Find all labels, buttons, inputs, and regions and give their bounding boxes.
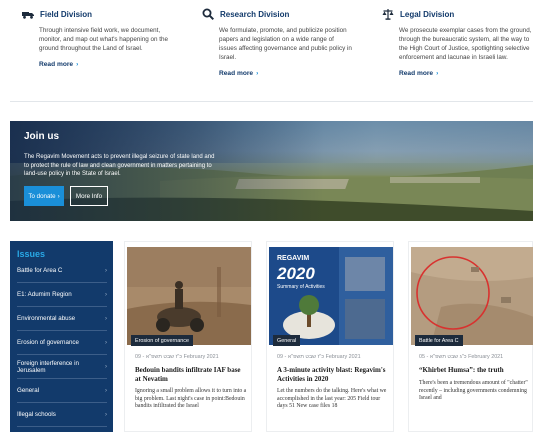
article-title[interactable]: Bedouin bandits infiltrate IAF base at N… [135, 366, 247, 383]
article-excerpt: Ignoring a small problem allows it to tu… [135, 388, 247, 409]
chevron-right-icon: › [105, 387, 107, 394]
article-title[interactable]: A 3-minute activity blast: Regavim's Act… [277, 366, 389, 383]
division-description: We prosecute exemplar cases from the gro… [399, 27, 532, 61]
article-card[interactable]: Battle for Area C כ"ג שבט תשפ"א - 05 Feb… [408, 241, 533, 432]
article-card[interactable]: Erosion of governance כ"ז שבט תשפ"א - 09… [124, 241, 252, 432]
join-us-banner: Join us The Regavim Movement acts to pre… [10, 121, 533, 221]
issues-sidebar: Issues Battle for Area C › E1: Adumim Reg… [10, 241, 113, 432]
image-brand-text: REGAVIM [277, 255, 310, 262]
article-date: כ"ז שבט תשפ"א - 09 February 2021 [277, 354, 361, 360]
sidebar-item-e1-adumim[interactable]: E1: Adumim Region › [17, 283, 107, 307]
truck-icon [22, 12, 34, 19]
chevron-right-icon: › [105, 315, 107, 322]
sidebar-item-illegal-schools[interactable]: Illegal schools › [17, 403, 107, 427]
article-excerpt: Let the numbers do the talking. Here's w… [277, 388, 387, 409]
division-title: Legal Division [400, 9, 455, 19]
more-info-button[interactable]: More Info [70, 186, 108, 206]
chevron-right-icon: › [105, 363, 107, 370]
image-subtitle-text: Summary of Activities [277, 284, 325, 290]
article-image [127, 247, 251, 345]
chevron-right-icon: › [105, 411, 107, 418]
category-badge[interactable]: Erosion of governance [131, 335, 193, 346]
sidebar-item-erosion-of-governance[interactable]: Erosion of governance › [17, 331, 107, 355]
article-image: REGAVIM 2020 Summary of Activities [269, 247, 393, 345]
chevron-right-icon: › [105, 291, 107, 298]
divisions-section: Field Division Through intensive field w… [0, 0, 533, 100]
chevron-right-icon: › [105, 339, 107, 346]
chevron-right-icon: › [256, 70, 259, 77]
sidebar-item-battle-for-area-c[interactable]: Battle for Area C › [17, 259, 107, 283]
read-more-link[interactable]: Read more › [399, 70, 438, 77]
division-title: Field Division [40, 9, 93, 19]
category-badge[interactable]: General [273, 335, 301, 346]
banner-title: Join us [24, 131, 60, 142]
banner-text: The Regavim Movement acts to prevent ill… [24, 154, 215, 177]
sidebar-item-foreign-interference[interactable]: Foreign interference in Jerusalem › [17, 355, 107, 379]
chevron-right-icon: › [436, 70, 439, 77]
chevron-right-icon: › [76, 61, 79, 68]
division-research: Research Division We formulate, promote,… [202, 8, 352, 80]
scales-icon [382, 9, 394, 20]
read-more-link[interactable]: Read more › [219, 70, 258, 77]
article-image [411, 247, 533, 345]
article-date: כ"ז שבט תשפ"א - 09 February 2021 [135, 354, 219, 360]
issues-title: Issues [17, 249, 46, 259]
article-date: כ"ג שבט תשפ"א - 05 February 2021 [419, 354, 504, 360]
donate-button[interactable]: To donate › [24, 186, 64, 206]
article-card[interactable]: REGAVIM 2020 Summary of Activities Gener… [266, 241, 394, 432]
chevron-right-icon: › [105, 267, 107, 274]
division-description: Through intensive field work, we documen… [39, 27, 168, 52]
division-title: Research Division [220, 9, 290, 19]
article-title[interactable]: “Khirbet Humsa”: the truth [419, 366, 531, 375]
chevron-right-icon: › [57, 192, 60, 200]
magnifier-icon [202, 8, 214, 20]
division-description: We formulate, promote, and publicize pos… [219, 27, 352, 61]
sidebar-item-general[interactable]: General › [17, 379, 107, 403]
sidebar-item-environmental-abuse[interactable]: Environmental abuse › [17, 307, 107, 331]
section-divider [10, 101, 533, 102]
division-field: Field Division Through intensive field w… [22, 8, 172, 71]
division-legal: Legal Division We prosecute exemplar cas… [382, 8, 532, 80]
image-year-text: 2020 [277, 264, 315, 283]
category-badge[interactable]: Battle for Area C [415, 335, 463, 346]
read-more-link[interactable]: Read more › [39, 61, 78, 68]
article-excerpt: There's been a tremendous amount of "cha… [419, 380, 528, 401]
